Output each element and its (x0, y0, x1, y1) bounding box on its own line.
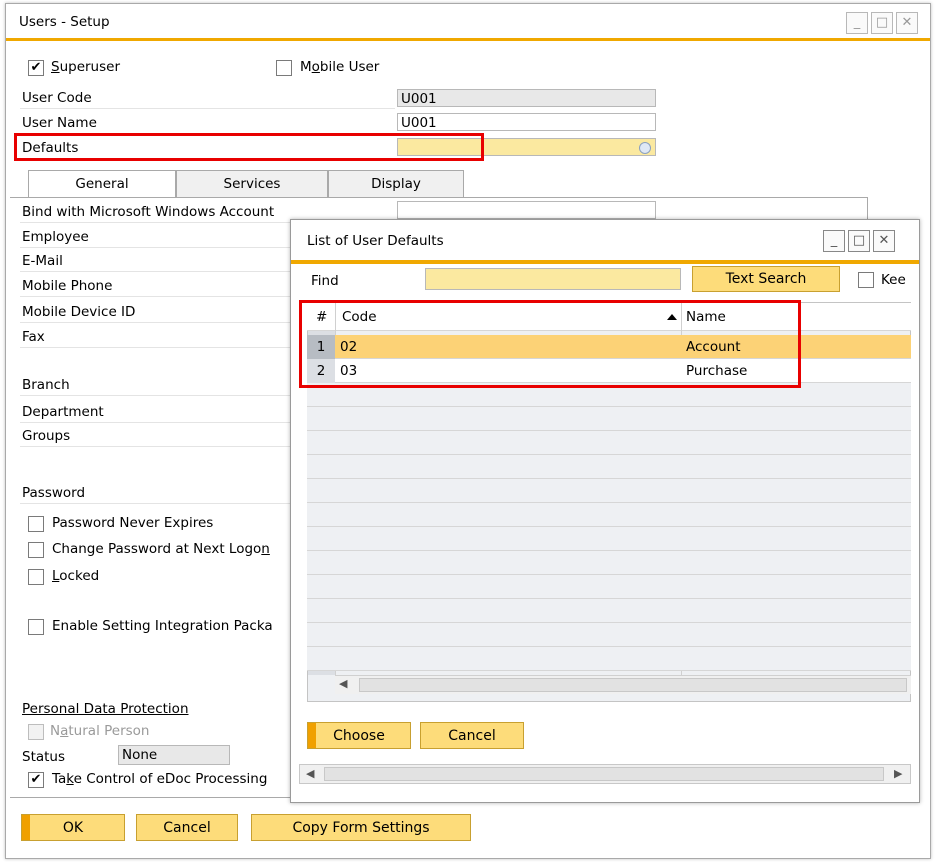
dialog-title: List of User Defaults (307, 233, 444, 249)
enable-integration-label: Enable Setting Integration Packa (52, 618, 273, 634)
natural-person-label: Natural Person (50, 723, 150, 739)
copy-form-settings-button[interactable]: Copy Form Settings (251, 814, 471, 841)
title-accent-line (6, 38, 930, 41)
grid-horizontal-scrollbar[interactable]: ◀ (335, 675, 911, 694)
empty-row (307, 455, 911, 479)
empty-row (307, 527, 911, 551)
mobile-device-label: Mobile Device ID (22, 304, 136, 320)
grid-rows-highlight-box (299, 300, 801, 388)
user-name-label: User Name (22, 115, 97, 131)
change-password-label: Change Password at Next Logon (52, 541, 270, 557)
text-search-button[interactable]: Text Search (692, 266, 840, 292)
email-label: E-Mail (22, 253, 63, 269)
title-bar: Users - Setup _ □ ✕ (6, 4, 930, 38)
user-code-field[interactable]: U001 (397, 89, 656, 107)
list-of-user-defaults-dialog: List of User Defaults _ □ ✕ Find Text Se… (290, 219, 920, 803)
dialog-scroll-right-icon[interactable]: ▶ (894, 767, 902, 780)
fax-label: Fax (22, 329, 45, 345)
password-never-expires-label: Password Never Expires (52, 515, 214, 531)
employee-label: Employee (22, 229, 89, 245)
locked-label: Locked (52, 568, 100, 584)
empty-row (307, 407, 911, 431)
tab-display[interactable]: Display (328, 170, 464, 197)
empty-row (307, 575, 911, 599)
enable-integration-checkbox[interactable] (28, 619, 44, 635)
superuser-label: Superuser (51, 59, 121, 75)
choose-from-list-icon[interactable] (639, 142, 651, 154)
keep-visible-checkbox[interactable] (858, 272, 874, 288)
groups-label: Groups (22, 428, 71, 444)
scroll-thumb[interactable] (359, 678, 907, 692)
department-label: Department (22, 404, 104, 420)
locked-checkbox[interactable] (28, 569, 44, 585)
change-password-checkbox[interactable] (28, 542, 44, 558)
empty-row (307, 647, 911, 671)
maximize-icon[interactable]: □ (871, 12, 893, 34)
empty-row (307, 479, 911, 503)
tab-services[interactable]: Services (176, 170, 328, 197)
personal-data-protection-link[interactable]: Personal Data Protection (22, 701, 189, 717)
ok-button[interactable]: OK (21, 814, 125, 841)
choose-button[interactable]: Choose (307, 722, 411, 749)
mobile-user-checkbox[interactable] (276, 60, 292, 76)
natural-person-checkbox (28, 724, 44, 740)
dialog-horizontal-scrollbar[interactable]: ◀ ▶ (299, 764, 911, 784)
bind-windows-field[interactable] (397, 201, 656, 219)
empty-row (307, 599, 911, 623)
status-label: Status (22, 749, 66, 765)
dialog-close-icon[interactable]: ✕ (873, 230, 895, 252)
password-never-expires-checkbox[interactable] (28, 516, 44, 532)
take-control-checkbox[interactable]: ✔ (28, 772, 44, 788)
window-title: Users - Setup (19, 14, 110, 30)
empty-row (307, 623, 911, 647)
take-control-label: Take Control of eDoc Processing (52, 771, 268, 787)
mobile-phone-label: Mobile Phone (22, 278, 113, 294)
password-label: Password (22, 485, 86, 501)
close-icon[interactable]: ✕ (896, 12, 918, 34)
bind-windows-label: Bind with Microsoft Windows Account (22, 204, 275, 220)
empty-row (307, 551, 911, 575)
dialog-cancel-button[interactable]: Cancel (420, 722, 524, 749)
find-input[interactable] (425, 268, 681, 290)
user-name-field[interactable]: U001 (397, 113, 656, 131)
dialog-minimize-icon[interactable]: _ (823, 230, 845, 252)
tab-general[interactable]: General (28, 170, 176, 198)
dialog-title-bar: List of User Defaults _ □ ✕ (291, 220, 919, 260)
empty-row (307, 503, 911, 527)
branch-label: Branch (22, 377, 70, 393)
defaults-highlight-box (14, 133, 484, 161)
minimize-icon[interactable]: _ (846, 12, 868, 34)
scroll-left-icon[interactable]: ◀ (339, 677, 347, 690)
user-code-label: User Code (22, 90, 92, 106)
mobile-user-label: Mobile User (300, 59, 380, 75)
empty-row (307, 431, 911, 455)
dialog-maximize-icon[interactable]: □ (848, 230, 870, 252)
status-field: None (118, 745, 230, 765)
dialog-scroll-thumb[interactable] (324, 767, 884, 781)
superuser-checkbox[interactable]: ✔ (28, 60, 44, 76)
cancel-button[interactable]: Cancel (136, 814, 238, 841)
dialog-scroll-left-icon[interactable]: ◀ (306, 767, 314, 780)
find-label: Find (311, 273, 339, 289)
dialog-accent-line (291, 260, 919, 264)
keep-visible-label: Kee (881, 272, 906, 288)
